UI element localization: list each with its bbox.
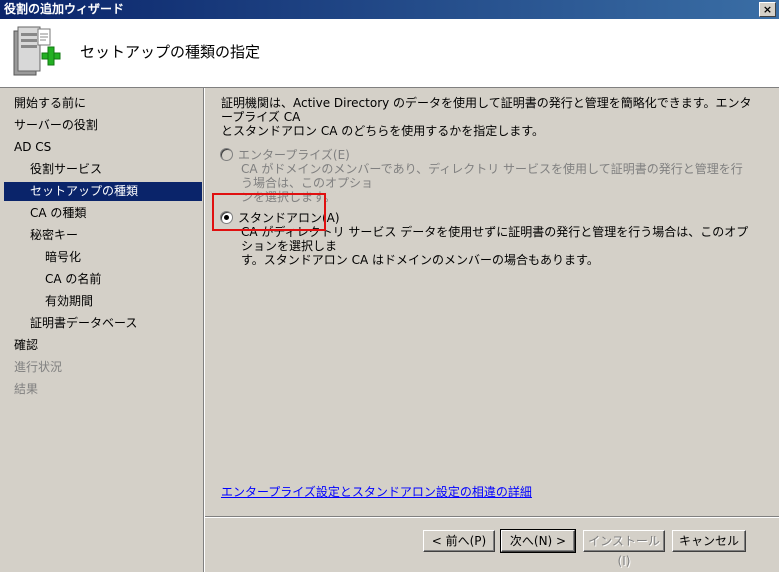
title-bar: 役割の追加ウィザード × <box>0 0 779 19</box>
standalone-description: CA がディレクトリ サービス データを使用せずに証明書の発行と管理を行う場合は… <box>241 225 751 267</box>
step-ad-cs[interactable]: AD CS <box>4 138 202 157</box>
step-label: セットアップの種類 <box>30 184 139 198</box>
enterprise-desc-line: CA がドメインのメンバーであり、ディレクトリ サービスを使用して証明書の発行と… <box>241 162 743 190</box>
details-link[interactable]: エンタープライズ設定とスタンドアロン設定の相違の詳細 <box>221 483 532 500</box>
step-label: 秘密キー <box>30 228 79 242</box>
step-label: サーバーの役割 <box>14 118 98 132</box>
step-certificate-database[interactable]: 証明書データベース <box>4 314 202 333</box>
install-button: インストール(I) <box>583 530 665 568</box>
step-label: 証明書データベース <box>30 316 138 330</box>
step-confirmation[interactable]: 確認 <box>4 336 202 355</box>
step-server-roles[interactable]: サーバーの役割 <box>4 116 202 135</box>
prev-button[interactable]: < 前へ(P) <box>423 530 495 552</box>
step-label: 確認 <box>14 338 39 352</box>
standalone-desc-line: す。スタンドアロン CA はドメインのメンバーの場合もあります。 <box>241 253 599 267</box>
step-cryptography[interactable]: 暗号化 <box>4 248 202 267</box>
page-description: 証明機関は、Active Directory のデータを使用して証明書の発行と管… <box>221 96 761 138</box>
step-label: AD CS <box>14 140 52 154</box>
wizard-steps-sidebar: 開始する前に サーバーの役割 AD CS 役割サービス セットアップの種類 CA… <box>0 88 205 572</box>
server-add-icon <box>13 26 61 76</box>
wizard-header: セットアップの種類の指定 <box>0 19 779 88</box>
button-separator <box>205 516 779 518</box>
close-button[interactable]: × <box>759 2 776 17</box>
step-role-services[interactable]: 役割サービス <box>4 160 202 179</box>
window-title: 役割の追加ウィザード <box>4 2 125 16</box>
step-ca-name[interactable]: CA の名前 <box>4 270 202 289</box>
step-label: CA の種類 <box>30 206 87 220</box>
step-label: 開始する前に <box>14 96 87 110</box>
step-ca-type[interactable]: CA の種類 <box>4 204 202 223</box>
step-label: 進行状況 <box>14 360 63 374</box>
step-results: 結果 <box>4 380 202 399</box>
description-line: とスタンドアロン CA のどちらを使用するかを指定します。 <box>221 124 545 138</box>
enterprise-label: エンタープライズ(E) <box>238 148 350 162</box>
wizard-content: 証明機関は、Active Directory のデータを使用して証明書の発行と管… <box>205 88 779 572</box>
step-label: 役割サービス <box>30 162 103 176</box>
step-label: 有効期間 <box>45 294 94 308</box>
step-label: 暗号化 <box>45 250 82 264</box>
step-label: 結果 <box>14 382 39 396</box>
annotation-highlight-box <box>212 193 326 231</box>
step-setup-type[interactable]: セットアップの種類 <box>4 182 202 201</box>
step-before-you-begin[interactable]: 開始する前に <box>4 94 202 113</box>
page-title: セットアップの種類の指定 <box>80 43 261 61</box>
enterprise-radio <box>220 148 233 161</box>
description-line: 証明機関は、Active Directory のデータを使用して証明書の発行と管… <box>221 96 752 124</box>
cancel-button[interactable]: キャンセル <box>672 530 746 552</box>
next-button[interactable]: 次へ(N) > <box>500 529 576 553</box>
step-validity-period[interactable]: 有効期間 <box>4 292 202 311</box>
step-label: CA の名前 <box>45 272 102 286</box>
step-private-key[interactable]: 秘密キー <box>4 226 202 245</box>
step-progress: 進行状況 <box>4 358 202 377</box>
